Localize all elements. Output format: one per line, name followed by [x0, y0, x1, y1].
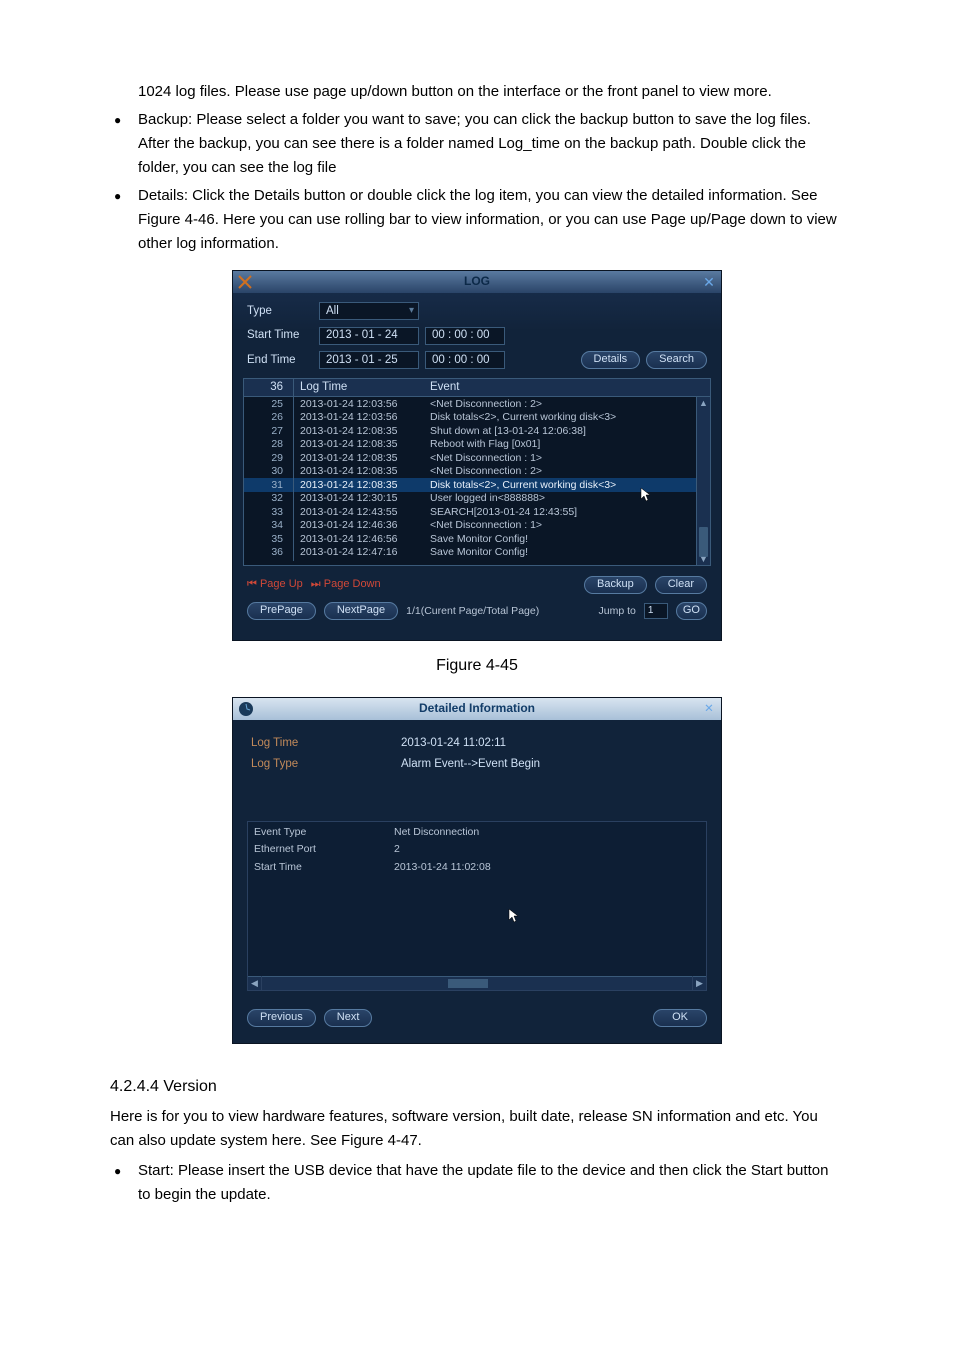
previous-button[interactable]: Previous [247, 1009, 316, 1027]
page-up-link[interactable]: ⏮ Page Up [247, 576, 303, 594]
cursor-icon-2 [508, 908, 522, 926]
table-row[interactable]: 362013-01-24 12:47:16Save Monitor Config… [244, 546, 710, 560]
page-down-label: Page Down [324, 578, 381, 590]
bullet-start: Start: Please insert the USB device that… [110, 1159, 844, 1207]
ok-button[interactable]: OK [653, 1009, 707, 1027]
bullet-list: Backup: Please select a folder you want … [110, 108, 844, 256]
event-type-label: Event Type [254, 824, 394, 841]
scroll-left-icon[interactable]: ◀ [248, 976, 262, 990]
detail-titlebar: Detailed Information ✕ [233, 698, 721, 720]
section-paragraph: Here is for you to view hardware feature… [110, 1105, 844, 1153]
page-up-label: Page Up [260, 578, 303, 590]
detail-close-icon[interactable]: ✕ [701, 701, 717, 717]
type-label: Type [247, 302, 313, 320]
nextpage-button[interactable]: NextPage [324, 602, 398, 620]
horizontal-scrollbar[interactable]: ◀ ▶ [248, 976, 706, 990]
bullet-details: Details: Click the Details button or dou… [110, 184, 844, 256]
prepage-button[interactable]: PrePage [247, 602, 316, 620]
table-header: 36 Log Time Event [244, 379, 710, 397]
close-icon[interactable]: ✕ [701, 274, 717, 290]
row-time: 2013-01-24 12:47:16 [294, 544, 424, 561]
row-event: Save Monitor Config! [424, 544, 710, 561]
end-date-field[interactable]: 2013 - 01 - 25 [319, 351, 419, 369]
log-titlebar: LOG ✕ [233, 271, 721, 293]
hscroll-thumb[interactable] [448, 979, 488, 988]
log-dialog: LOG ✕ Type All Start Time 2013 - 01 - 24… [232, 270, 722, 641]
backup-button[interactable]: Backup [584, 576, 647, 594]
details-button[interactable]: Details [581, 351, 641, 369]
start-time-field[interactable]: 00 : 00 : 00 [425, 327, 505, 345]
row-num: 36 [244, 544, 294, 561]
figure-445-caption: Figure 4-45 [110, 653, 844, 679]
page-info: 1/1(Curent Page/Total Page) [406, 603, 539, 620]
log-title: LOG [233, 272, 721, 291]
log-type-value: Alarm Event-->Event Begin [401, 755, 540, 773]
col-logtime[interactable]: Log Time [294, 378, 424, 396]
end-time-label: End Time [247, 351, 313, 369]
start-time-label: Start Time [247, 326, 313, 344]
detail-start-time-value: 2013-01-24 11:02:08 [394, 859, 491, 876]
section-bullets: Start: Please insert the USB device that… [110, 1159, 844, 1207]
clear-button[interactable]: Clear [655, 576, 707, 594]
end-time-field[interactable]: 00 : 00 : 00 [425, 351, 505, 369]
ethernet-port-label: Ethernet Port [254, 841, 394, 858]
ethernet-port-value: 2 [394, 841, 400, 858]
log-time-label: Log Time [251, 734, 401, 752]
search-button[interactable]: Search [646, 351, 707, 369]
scroll-up-icon[interactable]: ▲ [697, 397, 710, 409]
next-button[interactable]: Next [324, 1009, 373, 1027]
jump-input[interactable]: 1 [644, 603, 668, 619]
scroll-right-icon[interactable]: ▶ [692, 976, 706, 990]
log-type-label: Log Type [251, 755, 401, 773]
log-time-value: 2013-01-24 11:02:11 [401, 734, 506, 752]
go-button[interactable]: GO [676, 602, 707, 620]
log-table: 36 Log Time Event 252013-01-24 12:03:56<… [243, 378, 711, 566]
page-down-link[interactable]: ⏭ Page Down [311, 576, 381, 594]
intro-continuation: 1024 log files. Please use page up/down … [138, 80, 844, 104]
detail-dialog: Detailed Information ✕ Log Time 2013-01-… [232, 697, 722, 1044]
type-dropdown[interactable]: All [319, 302, 419, 320]
detail-title: Detailed Information [233, 699, 721, 718]
vertical-scrollbar[interactable]: ▲ ▼ [696, 397, 710, 565]
bullet-backup: Backup: Please select a folder you want … [110, 108, 844, 180]
col-count: 36 [244, 378, 294, 396]
detail-box: Event Type Net Disconnection Ethernet Po… [247, 821, 707, 991]
section-heading: 4.2.4.4 Version [110, 1074, 844, 1100]
log-footer: ⏮ Page Up ⏭ Page Down Backup Clear PrePa… [233, 566, 721, 640]
col-event[interactable]: Event [424, 378, 710, 396]
scroll-down-icon[interactable]: ▼ [697, 553, 710, 565]
start-date-field[interactable]: 2013 - 01 - 24 [319, 327, 419, 345]
jump-to-label: Jump to [599, 603, 636, 620]
event-type-value: Net Disconnection [394, 824, 479, 841]
detail-start-time-label: Start Time [254, 859, 394, 876]
